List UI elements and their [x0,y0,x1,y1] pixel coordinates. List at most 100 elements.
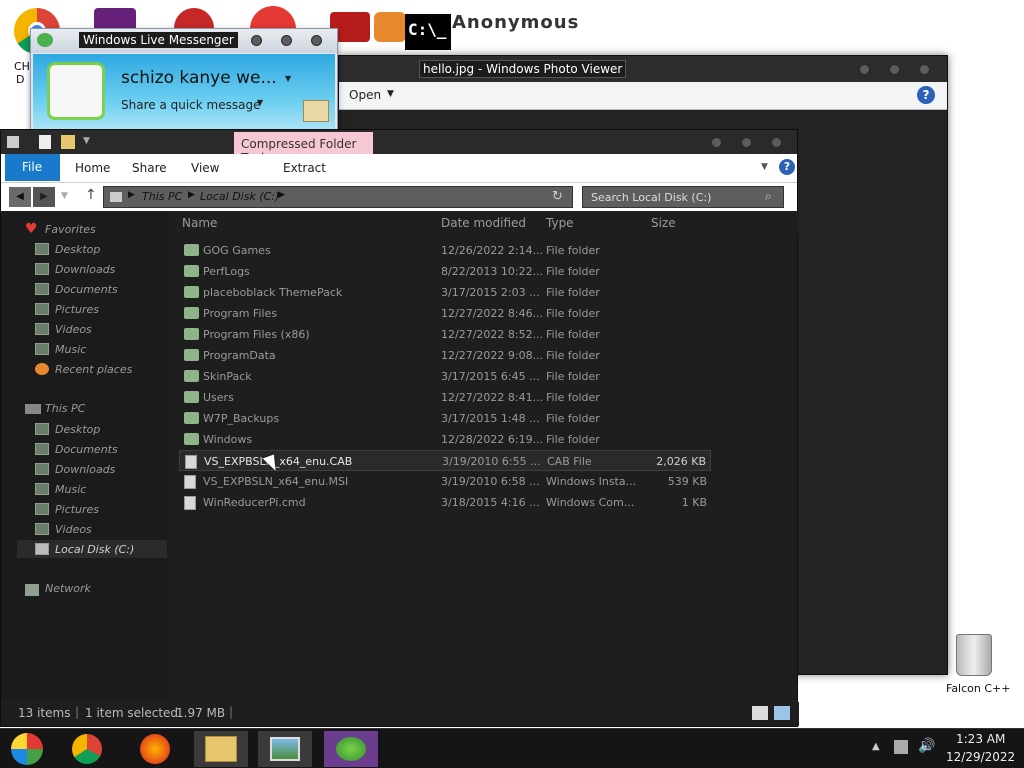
folder-icon [184,265,199,277]
sidebar-item-pc-videos[interactable]: Videos [35,520,92,538]
recent-locations-icon[interactable]: ▼ [61,191,68,201]
tab-home[interactable]: Home [75,161,110,175]
table-row[interactable]: PerfLogs 8/22/2013 10:22... File folder [179,261,711,282]
favorites-header[interactable]: Favorites [45,223,96,236]
properties-icon[interactable] [39,135,51,149]
maximize-button[interactable] [889,64,900,75]
address-bar[interactable]: ▶ This PC ▶ Local Disk (C:) ▶ ↻ [103,186,573,208]
sidebar-item-pc-pictures[interactable]: Pictures [35,500,99,518]
breadcrumb-this-pc[interactable]: This PC [142,190,182,203]
start-button[interactable] [0,731,54,767]
table-row[interactable]: ProgramData 12/27/2022 9:08... File folder [179,345,711,366]
tab-file[interactable]: File [5,154,60,181]
recycle-bin-icon[interactable] [956,634,992,676]
tab-share[interactable]: Share [132,161,167,175]
clock-date[interactable]: 12/29/2022 [946,750,1015,764]
quick-access-icon[interactable] [7,136,19,148]
app-desktop-icon-4[interactable] [374,12,406,42]
maximize-button[interactable] [281,35,292,46]
taskbar-chrome[interactable] [60,731,114,767]
network-header[interactable]: Network [45,582,91,595]
file-explorer-window[interactable]: ▼ Compressed Folder Tools File Home Shar… [0,129,799,727]
sidebar-item-videos[interactable]: Videos [35,320,92,338]
chevron-down-icon[interactable]: ▼ [761,162,768,172]
cmd-desktop-icon[interactable]: C:\_ [405,14,451,50]
new-folder-icon[interactable] [61,135,75,149]
clock-time[interactable]: 1:23 AM [956,732,1005,746]
sidebar-item-pc-documents[interactable]: Documents [35,440,118,458]
up-arrow-icon[interactable]: ↑ [85,187,97,203]
file-type: File folder [546,412,600,425]
show-hidden-icons-icon[interactable]: ▲ [872,741,880,752]
tab-extract[interactable]: Extract [283,161,326,175]
table-row[interactable]: Program Files 12/27/2022 8:46... File fold… [179,303,711,324]
refresh-icon[interactable]: ↻ [552,189,563,204]
network-tray-icon[interactable] [894,740,908,754]
breadcrumb-local-disk[interactable]: Local Disk (C:) [200,190,279,203]
explorer-titlebar[interactable]: ▼ Compressed Folder Tools [1,130,797,165]
volume-icon[interactable]: 🔊 [918,738,935,754]
chevron-down-icon[interactable]: ▼ [257,98,263,107]
taskbar-photo-viewer[interactable] [258,731,312,767]
search-input[interactable]: Search Local Disk (C:) ⌕ [582,186,784,208]
sidebar-item-pictures[interactable]: Pictures [35,300,99,318]
avatar[interactable] [47,62,105,120]
minimize-button[interactable] [711,137,722,148]
display-name[interactable]: schizo kanye we... [121,68,277,88]
table-row[interactable]: GOG Games 12/26/2022 2:14... File folder [179,240,711,261]
search-icon[interactable]: ⌕ [765,189,772,204]
tab-view[interactable]: View [191,161,219,175]
close-button[interactable] [919,64,930,75]
column-header-size[interactable]: Size [651,216,676,230]
status-message-input[interactable]: Share a quick message [121,98,260,112]
help-icon[interactable]: ? [917,86,935,104]
table-row[interactable]: placeboblack ThemePack 3/17/2015 2:03 ...… [179,282,711,303]
sidebar-item-desktop[interactable]: Desktop [35,240,100,258]
open-menu[interactable]: Open [349,88,381,102]
chevron-down-icon[interactable]: ▼ [83,136,90,146]
column-header-date[interactable]: Date modified [441,216,526,230]
recycle-bin-label[interactable]: Falcon C++ [946,682,1010,695]
music-icon [35,343,49,355]
column-header-name[interactable]: Name [182,216,217,230]
details-view-button[interactable] [752,706,768,720]
maximize-button[interactable] [741,137,752,148]
large-icons-view-button[interactable] [774,706,790,720]
minimize-button[interactable] [859,64,870,75]
this-pc-header[interactable]: This PC [45,402,85,415]
messenger-window[interactable]: Windows Live Messenger schizo kanye we..… [30,28,338,138]
sidebar-item-pc-desktop[interactable]: Desktop [35,420,100,438]
table-row[interactable]: SkinPack 3/17/2015 6:45 ... File folder [179,366,711,387]
sidebar-item-local-disk[interactable]: Local Disk (C:) [17,540,167,558]
chevron-down-icon[interactable]: ▼ [285,74,291,83]
sidebar-item-pc-downloads[interactable]: Downloads [35,460,115,478]
table-row[interactable]: Program Files (x86) 12/27/2022 8:52... Fil… [179,324,711,345]
table-row[interactable]: WinReducerPi.cmd 3/18/2015 4:16 ... Window… [179,492,711,513]
taskbar-file-explorer[interactable] [194,731,248,767]
column-header-type[interactable]: Type [546,216,574,230]
sidebar-item-music[interactable]: Music [35,340,86,358]
forward-button[interactable]: ▶ [33,187,55,207]
taskbar-firefox[interactable] [128,731,182,767]
close-button[interactable] [771,137,782,148]
close-button[interactable] [311,35,322,46]
taskbar-messenger[interactable] [324,731,378,767]
photo-viewer-titlebar[interactable]: hello.jpg - Windows Photo Viewer [339,56,947,82]
minimize-button[interactable] [251,35,262,46]
table-row[interactable]: W7P_Backups 3/17/2015 1:48 ... File folder [179,408,711,429]
back-button[interactable]: ◀ [9,187,31,207]
table-row[interactable]: VS_EXPBSLN_x64_enu.MSI 3/19/2010 6:58 ...… [179,471,711,492]
sidebar-item-downloads[interactable]: Downloads [35,260,115,278]
chevron-down-icon[interactable]: ▼ [387,89,394,99]
table-row[interactable]: Windows 12/28/2022 6:19... File folder [179,429,711,450]
messenger-titlebar[interactable]: Windows Live Messenger [31,29,337,53]
table-row[interactable]: VS_EXPBSLN_x64_enu.CAB 3/19/2010 6:55 ...… [179,450,711,471]
mail-icon[interactable] [303,100,329,122]
help-icon[interactable]: ? [779,159,795,175]
sidebar-item-recent-places[interactable]: Recent places [35,360,132,378]
file-type: Windows Insta... [546,475,637,488]
sidebar-item-pc-music[interactable]: Music [35,480,86,498]
table-row[interactable]: Users 12/27/2022 8:41... File folder [179,387,711,408]
chrome-icon [72,734,102,764]
sidebar-item-documents[interactable]: Documents [35,280,118,298]
